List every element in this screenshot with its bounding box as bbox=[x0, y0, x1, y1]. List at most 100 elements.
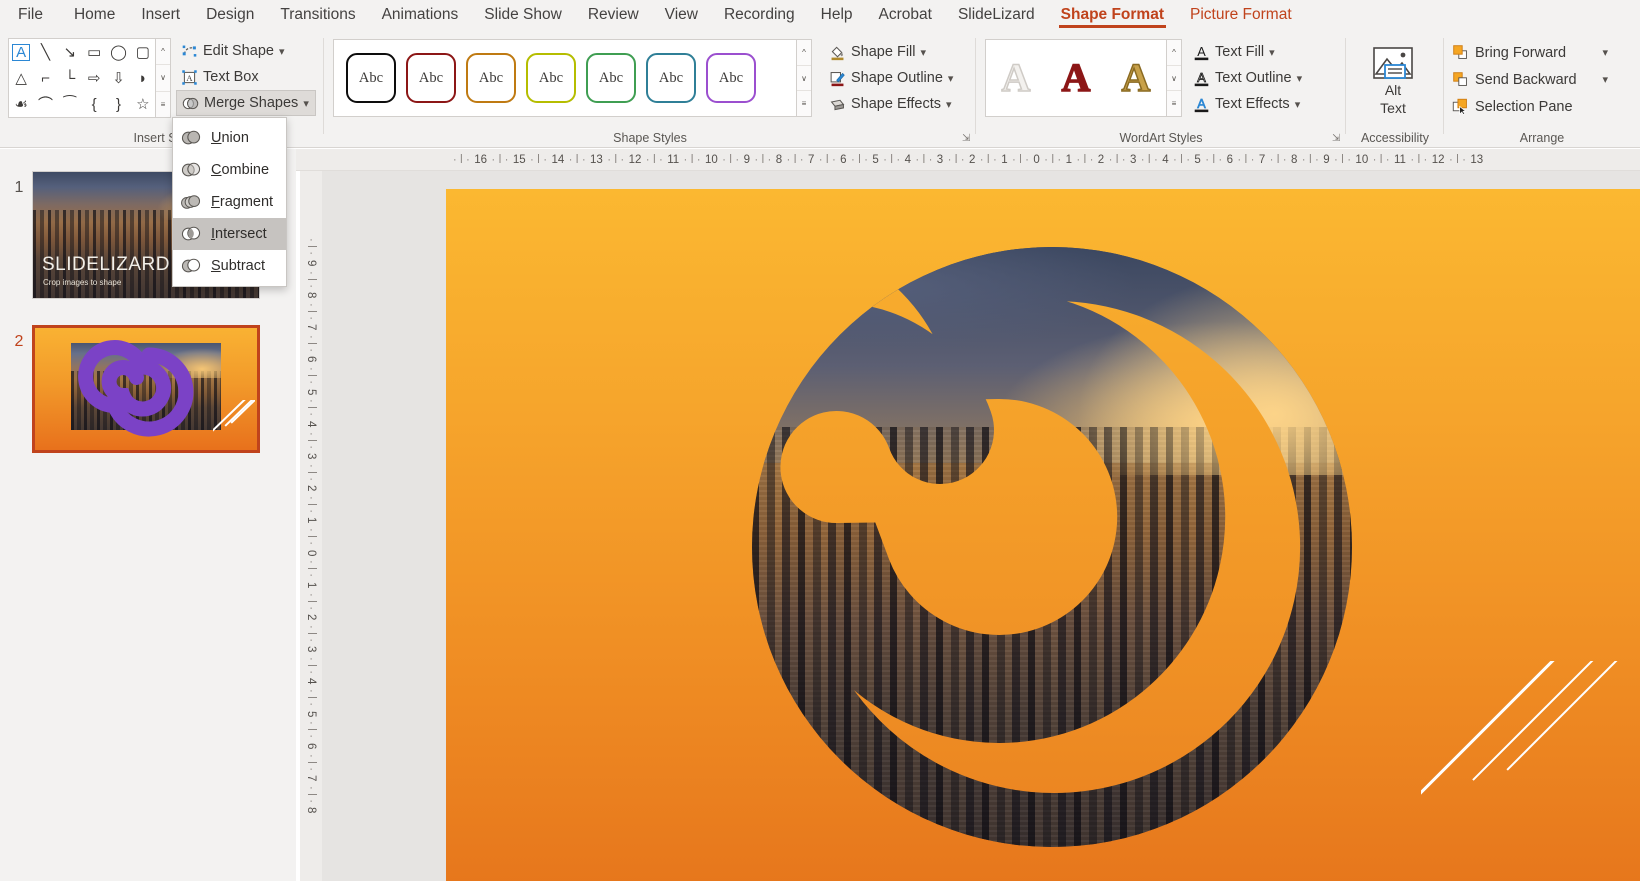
menu-item-union[interactable]: Union bbox=[173, 122, 286, 154]
tab-insert[interactable]: Insert bbox=[128, 0, 193, 30]
shape-style-swatch-1[interactable]: Abc bbox=[406, 53, 456, 103]
wordart-preview-0[interactable]: A bbox=[1002, 58, 1031, 98]
shape-outline-button[interactable]: Shape Outline▾ bbox=[824, 65, 972, 91]
more-shapes-icon[interactable]: ≡ bbox=[156, 92, 170, 117]
scroll-down-icon[interactable]: ∨ bbox=[1167, 66, 1181, 92]
shape-glyph-14[interactable]: ⁀ bbox=[64, 97, 76, 112]
ruler-tick: · ǀ · bbox=[1171, 154, 1192, 166]
slide-thumbnail-2[interactable] bbox=[32, 325, 260, 453]
tab-transitions[interactable]: Transitions bbox=[267, 0, 368, 30]
scroll-up-icon[interactable]: ^ bbox=[156, 39, 170, 65]
shape-style-swatch-0[interactable]: Abc bbox=[346, 53, 396, 103]
alt-text-button[interactable]: Alt Text bbox=[1356, 40, 1430, 126]
shape-glyph-13[interactable]: ⌒ bbox=[38, 97, 53, 112]
slide-photo-cityscape[interactable] bbox=[752, 247, 1352, 847]
ruler-tick: · ǀ · bbox=[1235, 154, 1256, 166]
tab-animations[interactable]: Animations bbox=[369, 0, 472, 30]
v-ruler-label-4: 5 bbox=[305, 386, 317, 397]
shape-style-swatch-6[interactable]: Abc bbox=[706, 53, 756, 103]
shape-glyph-9[interactable]: ⇨ bbox=[88, 71, 101, 86]
more-wordart-icon[interactable]: ≡ bbox=[1167, 91, 1181, 116]
shape-glyph-3[interactable]: ▭ bbox=[87, 45, 101, 60]
selection-pane-button[interactable]: Selection Pane bbox=[1452, 93, 1612, 120]
chevron-down-icon[interactable]: ▾ bbox=[946, 98, 952, 111]
tab-view[interactable]: View bbox=[652, 0, 711, 30]
menu-item-intersect[interactable]: Intersect bbox=[173, 218, 286, 250]
shape-glyph-16[interactable]: } bbox=[116, 97, 121, 112]
shape-glyph-15[interactable]: { bbox=[92, 97, 97, 112]
edit-shape-button[interactable]: Edit Shape▾ bbox=[176, 38, 316, 64]
chevron-down-icon[interactable]: ▾ bbox=[948, 72, 954, 85]
tab-review[interactable]: Review bbox=[575, 0, 652, 30]
shape-styles-scroll[interactable]: ^ ∨ ≡ bbox=[797, 39, 812, 117]
h-ruler-label-15: 1 bbox=[999, 154, 1010, 166]
shape-fill-button[interactable]: Shape Fill▾ bbox=[824, 39, 972, 65]
shape-glyph-17[interactable]: ☆ bbox=[136, 97, 149, 112]
shape-glyph-6[interactable]: △ bbox=[15, 71, 27, 86]
current-slide[interactable] bbox=[446, 189, 1640, 881]
tab-picture-format[interactable]: Picture Format bbox=[1177, 0, 1305, 30]
menu-item-fragment[interactable]: Fragment bbox=[173, 186, 286, 218]
tab-shape-format[interactable]: Shape Format bbox=[1048, 0, 1177, 30]
chevron-down-icon[interactable]: ▾ bbox=[1602, 46, 1612, 59]
chevron-down-icon[interactable]: ▾ bbox=[920, 46, 926, 59]
shape-glyph-4[interactable]: ◯ bbox=[110, 45, 127, 60]
menu-item-combine[interactable]: Combine bbox=[173, 154, 286, 186]
text-outline-button[interactable]: AText Outline▾ bbox=[1188, 65, 1338, 91]
chevron-down-icon[interactable]: ▾ bbox=[1295, 98, 1301, 111]
shape-glyph-10[interactable]: ⇩ bbox=[112, 71, 125, 86]
shape-style-swatch-4[interactable]: Abc bbox=[586, 53, 636, 103]
shape-glyph-2[interactable]: ↘ bbox=[64, 45, 77, 60]
text-effects-button[interactable]: AText Effects▾ bbox=[1188, 91, 1338, 117]
scroll-down-icon[interactable]: ∨ bbox=[797, 66, 811, 92]
more-styles-icon[interactable]: ≡ bbox=[797, 91, 811, 116]
tab-home[interactable]: Home bbox=[61, 0, 128, 30]
wordart-gallery[interactable]: AAA bbox=[985, 39, 1167, 117]
shape-glyph-0[interactable]: A bbox=[12, 44, 30, 61]
slide-thumb-row-2[interactable]: 2 bbox=[6, 325, 260, 453]
merge-shapes-menu[interactable]: UnionCombineFragmentIntersectSubtract bbox=[172, 117, 287, 287]
shape-styles-gallery[interactable]: AbcAbcAbcAbcAbcAbcAbc bbox=[333, 39, 797, 117]
shapes-gallery-scroll[interactable]: ^ ∨ ≡ bbox=[156, 38, 171, 118]
menu-item-subtract[interactable]: Subtract bbox=[173, 250, 286, 282]
shapes-gallery[interactable]: A ╲ ↘ ▭ ◯ ▢ △ ⌐ └ ⇨ ⇩ ◗ ☙ ⌒ ⁀ {} ☆ bbox=[8, 38, 156, 118]
h-ruler-label-21: 5 bbox=[1192, 154, 1203, 166]
chevron-down-icon[interactable]: ▾ bbox=[303, 97, 309, 110]
shape-glyph-8[interactable]: └ bbox=[65, 71, 76, 86]
text-fill-button[interactable]: AText Fill▾ bbox=[1188, 39, 1338, 65]
shape-style-swatch-5[interactable]: Abc bbox=[646, 53, 696, 103]
wordart-preview-1[interactable]: A bbox=[1062, 58, 1091, 98]
shape-style-swatch-2[interactable]: Abc bbox=[466, 53, 516, 103]
shape-glyph-1[interactable]: ╲ bbox=[41, 45, 50, 60]
chevron-down-icon[interactable]: ▾ bbox=[1602, 73, 1612, 86]
tab-recording[interactable]: Recording bbox=[711, 0, 808, 30]
text-box-button[interactable]: AText Box bbox=[176, 64, 316, 90]
wordart-dialog-launcher[interactable]: ⇲ bbox=[1332, 133, 1343, 144]
chevron-down-icon[interactable]: ▾ bbox=[1297, 72, 1303, 85]
shape-glyph-5[interactable]: ▢ bbox=[136, 45, 150, 60]
tab-design[interactable]: Design bbox=[193, 0, 267, 30]
shape-styles-dialog-launcher[interactable]: ⇲ bbox=[962, 133, 973, 144]
shape-effects-button[interactable]: Shape Effects▾ bbox=[824, 91, 972, 117]
wordart-preview-2[interactable]: A bbox=[1122, 58, 1151, 98]
tab-help[interactable]: Help bbox=[808, 0, 866, 30]
tab-slide-show[interactable]: Slide Show bbox=[471, 0, 575, 30]
scroll-up-icon[interactable]: ^ bbox=[1167, 40, 1181, 66]
tab-file[interactable]: File bbox=[0, 0, 61, 30]
shape-glyph-7[interactable]: ⌐ bbox=[41, 71, 50, 86]
scroll-up-icon[interactable]: ^ bbox=[797, 40, 811, 66]
chevron-down-icon[interactable]: ▾ bbox=[1269, 46, 1275, 59]
scroll-down-icon[interactable]: ∨ bbox=[156, 65, 170, 91]
shape-glyph-11[interactable]: ◗ bbox=[138, 71, 147, 86]
tab-acrobat[interactable]: Acrobat bbox=[866, 0, 945, 30]
merge-shapes-button[interactable]: Merge Shapes▾ bbox=[176, 90, 316, 116]
shape-glyph-12[interactable]: ☙ bbox=[14, 97, 27, 112]
send-backward-button[interactable]: Send Backward▾ bbox=[1452, 66, 1612, 93]
tab-slidelizard[interactable]: SlideLizard bbox=[945, 0, 1048, 30]
chevron-down-icon[interactable]: ▾ bbox=[279, 45, 285, 58]
shape-style-swatch-3[interactable]: Abc bbox=[526, 53, 576, 103]
ruler-tick: · ǀ · bbox=[945, 154, 966, 166]
bring-forward-button[interactable]: Bring Forward▾ bbox=[1452, 39, 1612, 66]
ruler-tick: · ǀ · bbox=[644, 154, 665, 166]
wordart-gallery-scroll[interactable]: ^ ∨ ≡ bbox=[1167, 39, 1182, 117]
